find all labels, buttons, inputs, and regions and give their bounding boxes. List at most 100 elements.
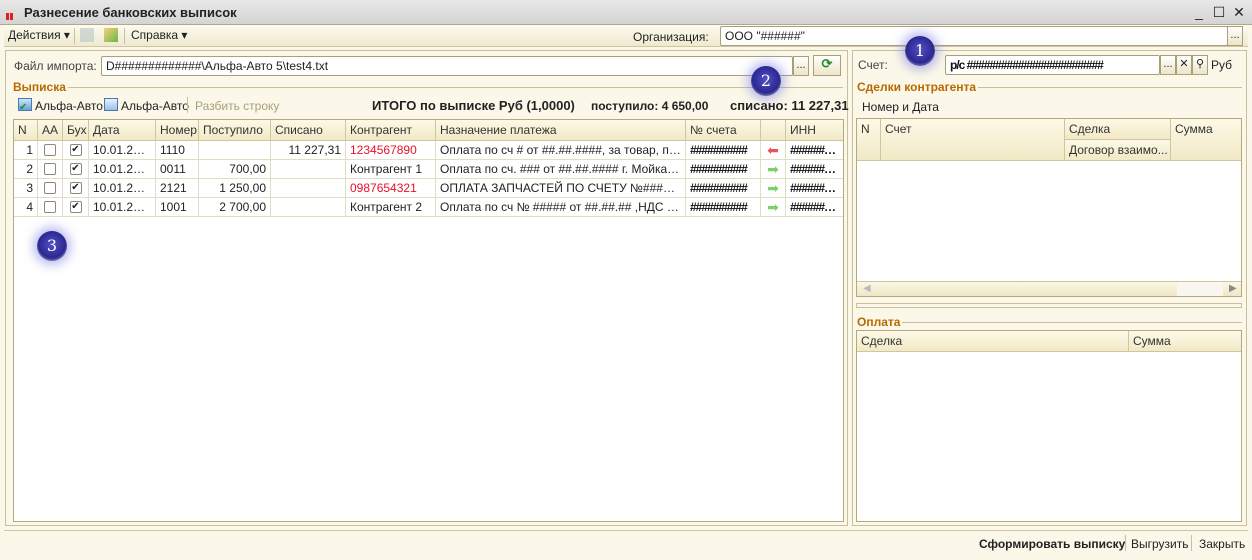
column-header[interactable]: Сумма (1171, 119, 1241, 161)
disabled-doc-icon[interactable] (80, 28, 94, 42)
column-header[interactable]: Дата (89, 120, 156, 141)
inn-cell[interactable]: ######### (786, 160, 843, 179)
scroll-left-icon[interactable]: ◀ (863, 283, 871, 294)
maximize-button[interactable]: ☐ (1210, 3, 1228, 21)
deals-table[interactable]: N Счет Сделка Договор взаимо... Сумма ◀ … (856, 118, 1242, 297)
column-header[interactable]: Поступило (199, 120, 271, 141)
import-file-browse-button[interactable]: ... (793, 56, 809, 76)
column-header[interactable] (761, 120, 786, 141)
num-cell[interactable]: 1001 (156, 198, 199, 217)
buh-checkbox[interactable]: ✔ (69, 163, 82, 175)
buh-cell: ✔ (63, 141, 89, 160)
party-cell[interactable]: 0987654321 (346, 179, 436, 198)
generate-statement-button[interactable]: Сформировать выписку (979, 537, 1125, 551)
date-cell[interactable]: 10.01.2016 (89, 179, 156, 198)
column-header[interactable]: № счета (686, 120, 761, 141)
buh-checkbox[interactable]: ✔ (69, 182, 82, 194)
column-header[interactable]: АА (38, 120, 63, 141)
n-cell[interactable]: 4 (14, 198, 38, 217)
import-doc-icon[interactable] (104, 28, 118, 42)
inn-cell[interactable]: ######### (786, 141, 843, 160)
column-header[interactable]: N (857, 119, 881, 161)
num-cell[interactable]: 2121 (156, 179, 199, 198)
horizontal-scrollbar[interactable]: ◀ ▶ (857, 281, 1241, 296)
column-header[interactable]: Бух (63, 120, 89, 141)
statement-table[interactable]: N АА Бух Дата Номер Поступило Списано Контраген… (13, 119, 844, 522)
acc-cell[interactable]: ########## (686, 160, 761, 179)
payment-table[interactable]: Сделка Сумма (856, 330, 1242, 522)
column-header[interactable]: Сделка (1065, 119, 1171, 140)
split-row-button[interactable]: Разбить строку (195, 99, 279, 113)
search-icon[interactable]: ⚲ (1192, 55, 1208, 75)
import-file-input[interactable]: D#############\Альфа-Авто 5\test4.txt (101, 56, 793, 76)
date-cell[interactable]: 10.01.2016 (89, 198, 156, 217)
organization-input[interactable]: ООО "######" (720, 26, 1228, 46)
column-header[interactable]: Сделка (857, 331, 1129, 352)
divider (68, 87, 843, 88)
inn-cell[interactable]: ######### (786, 179, 843, 198)
aa-checkbox[interactable] (44, 182, 56, 194)
column-header[interactable]: ИНН (786, 120, 843, 141)
purpose-cell[interactable]: Оплата по сч # от ##.##.####, за товар, … (436, 141, 686, 160)
n-cell[interactable]: 1 (14, 141, 38, 160)
minimize-button[interactable]: _ (1190, 3, 1208, 21)
aa-checkbox[interactable] (44, 201, 56, 213)
deals-filter-label: Номер и Дата (862, 100, 939, 114)
acc-cell[interactable]: ########## (686, 198, 761, 217)
out-cell[interactable]: 11 227,31 (271, 141, 346, 160)
column-header[interactable]: N (14, 120, 38, 141)
in-cell[interactable]: 1 250,00 (199, 179, 271, 198)
out-cell[interactable] (271, 160, 346, 179)
purpose-cell[interactable]: Оплата по сч № ##### от ##.##.## ,НДС не… (436, 198, 686, 217)
refresh-icon[interactable]: ⟳ (813, 55, 841, 76)
actions-menu[interactable]: Действия ▾ (8, 28, 70, 42)
acc-cell[interactable]: ########## (686, 179, 761, 198)
aa-checkbox[interactable] (44, 163, 56, 175)
n-cell[interactable]: 2 (14, 160, 38, 179)
close-button[interactable]: Закрыть (1199, 537, 1245, 551)
n-cell[interactable]: 3 (14, 179, 38, 198)
party-cell[interactable]: Контрагент 1 (346, 160, 436, 179)
out-cell[interactable] (271, 179, 346, 198)
column-header[interactable]: Назначение платежа (436, 120, 686, 141)
num-cell[interactable]: 0011 (156, 160, 199, 179)
annotation-badge-3: 3 (37, 231, 67, 261)
in-cell[interactable]: 700,00 (199, 160, 271, 179)
currency-label: Руб (1211, 58, 1233, 72)
out-cell[interactable] (271, 198, 346, 217)
alfa-auto-button-1[interactable]: Альфа-Авто (35, 99, 103, 113)
party-cell[interactable]: 1234567890 (346, 141, 436, 160)
date-cell[interactable]: 10.01.2016 (89, 141, 156, 160)
close-window-button[interactable]: ✕ (1230, 3, 1248, 21)
party-cell[interactable]: Контрагент 2 (346, 198, 436, 217)
buh-checkbox[interactable]: ✔ (69, 201, 82, 213)
column-header[interactable]: Контрагент (346, 120, 436, 141)
buh-checkbox[interactable]: ✔ (69, 144, 82, 156)
column-header[interactable]: Сумма (1129, 331, 1241, 352)
aa-checkbox[interactable] (44, 144, 56, 156)
column-subheader[interactable]: Договор взаимо... (1065, 140, 1171, 161)
inn-cell[interactable]: ######### (786, 198, 843, 217)
help-menu[interactable]: Справка ▾ (131, 28, 187, 42)
purpose-cell[interactable]: Оплата по сч. ### от ##.##.#### г. Мойка… (436, 160, 686, 179)
buh-cell: ✔ (63, 160, 89, 179)
splitter[interactable] (856, 303, 1242, 308)
scroll-track[interactable] (1177, 282, 1223, 296)
alfa-auto-button-2[interactable]: Альфа-Авто (121, 99, 189, 113)
in-cell[interactable] (199, 141, 271, 160)
scroll-right-icon[interactable]: ▶ (1229, 283, 1237, 294)
column-header[interactable]: Списано (271, 120, 346, 141)
clear-icon[interactable]: ✕ (1176, 55, 1192, 75)
acc-cell[interactable]: ########## (686, 141, 761, 160)
column-header[interactable]: Счет (881, 119, 1065, 161)
export-button[interactable]: Выгрузить (1131, 537, 1189, 551)
date-cell[interactable]: 10.01.2016 (89, 160, 156, 179)
column-header[interactable]: Номер (156, 120, 199, 141)
in-cell[interactable]: 2 700,00 (199, 198, 271, 217)
aa-cell (38, 141, 63, 160)
account-browse-button[interactable]: ... (1160, 55, 1176, 75)
account-input[interactable]: р/с ######################## (945, 55, 1160, 75)
organization-select-button[interactable]: ... (1227, 26, 1243, 46)
purpose-cell[interactable]: ОПЛАТА ЗАПЧАСТЕЙ ПО СЧЕТУ №#######... (436, 179, 686, 198)
num-cell[interactable]: 1110 (156, 141, 199, 160)
